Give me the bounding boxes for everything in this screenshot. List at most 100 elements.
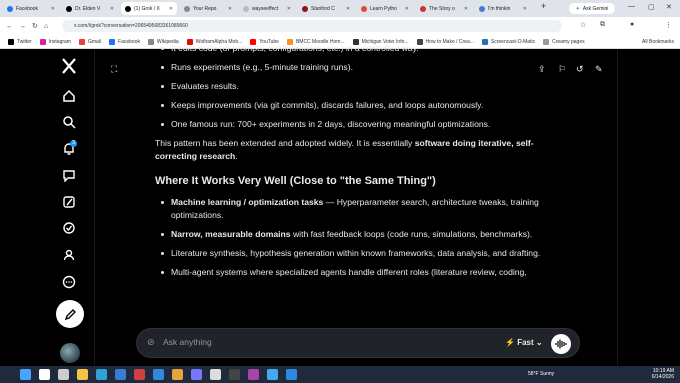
store-icon[interactable]: [115, 369, 126, 380]
search-icon[interactable]: [39, 369, 50, 380]
reload-icon[interactable]: ↻: [32, 22, 38, 30]
chrome-icon[interactable]: [172, 369, 183, 380]
gemini-icon: ✦: [575, 5, 580, 12]
bookmark-label: Creamy pages: [552, 38, 585, 45]
bookmark-link[interactable]: Instagram: [39, 38, 71, 45]
notifications-bell-icon[interactable]: 3: [59, 139, 79, 159]
browser-tab[interactable]: Stanford C ✕: [298, 2, 354, 15]
tab-favicon-icon: [420, 5, 426, 12]
browser-tab[interactable]: wayseeffect ✕: [239, 2, 295, 15]
more-icon[interactable]: [59, 272, 79, 292]
windows-taskbar: 58°F Sunny 10:19 AM 6/14/2026: [0, 366, 680, 383]
tab-close-icon[interactable]: ✕: [48, 6, 55, 12]
history-icon[interactable]: ↺: [576, 64, 584, 75]
tab-label: Your Repo: [193, 5, 217, 12]
app-icon[interactable]: [248, 369, 259, 380]
file-explorer-icon[interactable]: [77, 369, 88, 380]
compose-post-button[interactable]: [56, 300, 84, 328]
menu-icon[interactable]: ⋮: [665, 21, 672, 29]
attach-icon[interactable]: ⊘: [147, 337, 155, 348]
forward-icon[interactable]: →: [19, 23, 26, 30]
ask-gemini-button[interactable]: ✦ Ask Gemini: [569, 3, 615, 14]
profile-icon[interactable]: ●: [630, 21, 634, 28]
profile-nav-icon[interactable]: [59, 245, 79, 265]
weather-widget[interactable]: 58°F Sunny: [528, 371, 554, 377]
ask-input[interactable]: Ask anything: [163, 337, 212, 347]
mode-label: Fast: [517, 338, 534, 347]
task-view-icon[interactable]: [58, 369, 69, 380]
all-bookmarks-link[interactable]: All Bookmarks: [642, 39, 674, 45]
bookmark-link[interactable]: Facebook: [109, 38, 140, 45]
tab-label: (1) Grok / X: [134, 5, 160, 12]
messages-icon[interactable]: [59, 165, 79, 185]
expand-icon[interactable]: ⛶: [111, 64, 117, 75]
home-nav-icon[interactable]: [59, 86, 79, 106]
clock[interactable]: 10:19 AM 6/14/2026: [652, 368, 674, 380]
tab-label: Dr. Elden V: [75, 5, 101, 12]
bookmark-link[interactable]: Gmail: [78, 38, 102, 45]
ask-composer[interactable]: ⊘ Ask anything ⚡ Fast ⌄: [136, 328, 580, 358]
tab-favicon-icon: [66, 5, 72, 12]
new-tab-button[interactable]: +: [541, 1, 546, 11]
grok-icon[interactable]: [59, 192, 79, 212]
verified-icon[interactable]: [59, 218, 79, 238]
maximize-button[interactable]: ▢: [648, 3, 655, 11]
calendar-icon[interactable]: [134, 369, 145, 380]
terminal-icon[interactable]: [229, 369, 240, 380]
url-text: x.com/i/grok?conversation=20654956833610…: [74, 23, 188, 29]
bookmark-favicon-icon: [109, 38, 116, 45]
notepad-icon[interactable]: [210, 369, 221, 380]
browser-tab[interactable]: Dr. Elden V ✕: [62, 2, 118, 15]
item-text: Literature synthesis, hypothesis generat…: [171, 248, 541, 258]
back-icon[interactable]: ←: [6, 23, 13, 30]
tab-close-icon[interactable]: ✕: [343, 6, 350, 12]
bookmark-label: Gmail: [87, 38, 102, 45]
new-chat-icon[interactable]: ✎: [595, 64, 603, 75]
explore-search-icon[interactable]: [59, 112, 79, 132]
chevron-down-icon: ⌄: [535, 338, 543, 347]
x-logo-icon[interactable]: [59, 56, 79, 76]
tab-close-icon[interactable]: ✕: [166, 6, 173, 12]
browser-tab[interactable]: I'm thinkin ✕: [475, 2, 531, 15]
user-avatar[interactable]: [60, 343, 80, 363]
tab-label: wayseeffect: [252, 5, 279, 12]
summary-paragraph: This pattern has been extended and adopt…: [155, 137, 555, 163]
bookmark-link[interactable]: Twitter: [8, 38, 32, 45]
browser-tab[interactable]: Learn Pytho ✕: [357, 2, 413, 15]
home-icon[interactable]: ⌂: [44, 23, 48, 30]
tab-close-icon[interactable]: ✕: [107, 6, 114, 12]
extensions-icon[interactable]: ⧉: [600, 21, 605, 29]
photos-icon[interactable]: [191, 369, 202, 380]
tab-close-icon[interactable]: ✕: [461, 6, 468, 12]
mode-selector[interactable]: ⚡ Fast ⌄: [505, 338, 543, 347]
list-item: One famous run: 700+ experiments in 2 da…: [155, 118, 555, 131]
browser-tab[interactable]: Facebook ✕: [3, 2, 59, 15]
browser-tab[interactable]: Your Repo ✕: [180, 2, 236, 15]
edge-icon[interactable]: [96, 369, 107, 380]
bookmark-icon[interactable]: ⚐: [558, 64, 566, 75]
tab-favicon-icon: [125, 5, 131, 12]
minimize-button[interactable]: —: [628, 3, 635, 10]
media-icon[interactable]: [267, 369, 278, 380]
bookmark-star-icon[interactable]: ☆: [580, 21, 586, 29]
tab-label: Stanford C: [311, 5, 335, 12]
list-item: Literature synthesis, hypothesis generat…: [155, 247, 555, 260]
browser-tab[interactable]: (1) Grok / X ✕: [121, 2, 177, 15]
tab-favicon-icon: [479, 5, 485, 12]
tab-close-icon[interactable]: ✕: [284, 6, 291, 12]
windows-start-icon[interactable]: [20, 369, 31, 380]
tab-close-icon[interactable]: ✕: [225, 6, 232, 12]
mail-icon[interactable]: [153, 369, 164, 380]
close-window-button[interactable]: ✕: [666, 3, 672, 11]
list-item: Keeps improvements (via git commits), di…: [155, 99, 555, 112]
tab-close-icon[interactable]: ✕: [520, 6, 527, 12]
voice-mode-button[interactable]: [551, 334, 571, 354]
paragraph-end: .: [235, 151, 238, 161]
item-text: Multi-agent systems where specialized ag…: [171, 267, 527, 277]
url-field[interactable]: x.com/i/grok?conversation=20654956833610…: [62, 20, 562, 32]
vscode-icon[interactable]: [286, 369, 297, 380]
tab-close-icon[interactable]: ✕: [402, 6, 409, 12]
section-heading: Where It Works Very Well (Close to "the …: [155, 175, 436, 187]
browser-tab[interactable]: The Story o ✕: [416, 2, 472, 15]
x-sidebar: 3: [48, 50, 90, 365]
